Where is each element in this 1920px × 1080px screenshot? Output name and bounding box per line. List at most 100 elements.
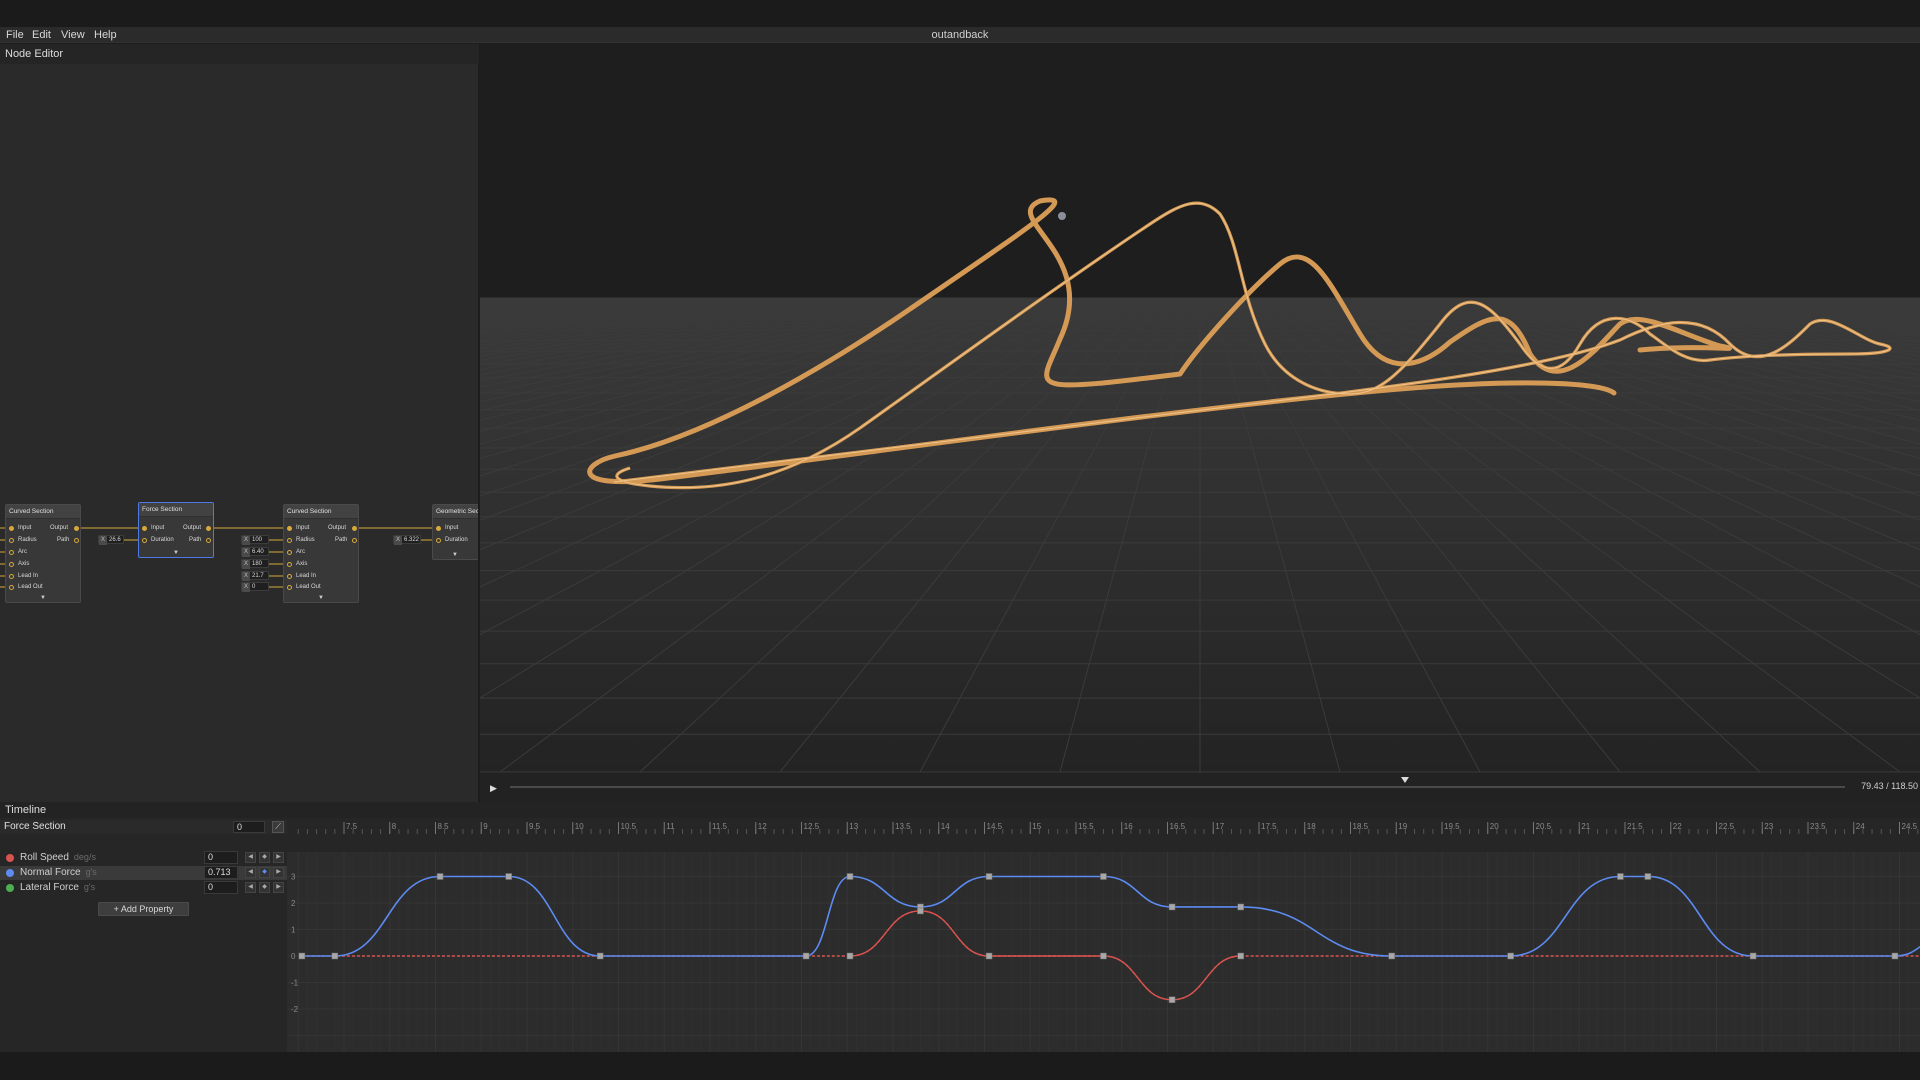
param-radius[interactable]: X 100 bbox=[241, 535, 269, 545]
param-arc[interactable]: X 6.40 bbox=[241, 547, 269, 557]
property-value-field[interactable]: 0 bbox=[204, 851, 238, 864]
node-geometric-section[interactable]: Geometric Section Input Duration ▼ bbox=[432, 504, 478, 560]
play-button[interactable]: ▶ bbox=[490, 781, 502, 795]
curve-editor[interactable]: 3 2 1 0 -1 -2 bbox=[287, 852, 1920, 1052]
property-name: Roll Speed deg/s bbox=[20, 852, 96, 863]
input-port-icon[interactable] bbox=[287, 562, 292, 567]
keyframe-handle[interactable] bbox=[1617, 873, 1624, 880]
input-port-icon[interactable] bbox=[9, 574, 14, 579]
prev-keyframe-icon[interactable]: ◀ bbox=[245, 852, 256, 863]
next-keyframe-icon[interactable]: ▶ bbox=[273, 882, 284, 893]
input-port-icon[interactable] bbox=[142, 538, 147, 543]
keyframe-handle[interactable] bbox=[331, 952, 339, 960]
node-expand-icon[interactable]: ▼ bbox=[139, 550, 213, 556]
param-lead-out[interactable]: X0 bbox=[241, 582, 269, 592]
next-keyframe-icon[interactable]: ▶ bbox=[273, 852, 284, 863]
keyframe-handle[interactable] bbox=[985, 873, 993, 880]
output-port-icon[interactable] bbox=[206, 526, 211, 531]
node-curved-section-2[interactable]: Curved Section Input Radius Arc Axis Lea… bbox=[283, 504, 359, 603]
ruler-label: 10.5 bbox=[621, 822, 637, 831]
keyframe-handle[interactable] bbox=[505, 873, 512, 880]
input-port-icon[interactable] bbox=[142, 526, 147, 531]
menu-file[interactable]: File bbox=[1, 28, 29, 42]
output-port-icon[interactable] bbox=[74, 538, 79, 543]
property-row-roll-speed[interactable]: Roll Speed deg/s 0 ◀ ◆ ▶ bbox=[0, 851, 287, 865]
keyframe-handle[interactable] bbox=[1891, 952, 1899, 960]
roll-speed-curve[interactable] bbox=[301, 910, 1920, 1001]
input-port-icon[interactable] bbox=[9, 550, 14, 555]
section-value-field[interactable]: 0 bbox=[233, 821, 265, 833]
prev-keyframe-icon[interactable]: ◀ bbox=[245, 867, 256, 878]
input-port-icon[interactable] bbox=[287, 574, 292, 579]
keyframe-handle[interactable] bbox=[985, 952, 993, 960]
section-name: Force Section bbox=[4, 821, 66, 832]
ruler-label: 19.5 bbox=[1444, 822, 1460, 831]
scrub-track[interactable] bbox=[510, 786, 1845, 788]
node-expand-icon[interactable]: ▼ bbox=[284, 595, 358, 601]
keyframe-icon[interactable]: ◆ bbox=[259, 852, 270, 863]
keyframe-handle[interactable] bbox=[1100, 873, 1107, 880]
keyframe-icon[interactable]: ◆ bbox=[259, 882, 270, 893]
node-curved-section-1[interactable]: Curved Section Input Radius Arc Axis Lea… bbox=[5, 504, 81, 603]
add-property-button[interactable]: + Add Property bbox=[98, 902, 189, 916]
input-port-icon[interactable] bbox=[436, 526, 441, 531]
param-axis[interactable]: X 180 bbox=[241, 559, 269, 569]
ruler-label: 20.5 bbox=[1536, 822, 1552, 831]
keyframe-handle[interactable] bbox=[1168, 903, 1176, 911]
keyframe-handle[interactable] bbox=[846, 952, 854, 960]
input-port-icon[interactable] bbox=[287, 538, 292, 543]
param-duration[interactable]: X 6.322 bbox=[393, 535, 421, 545]
3d-viewport[interactable] bbox=[480, 44, 1920, 772]
roll-speed-curve-active[interactable] bbox=[849, 910, 1241, 1001]
normal-force-curve[interactable] bbox=[301, 875, 1920, 957]
output-port-icon[interactable] bbox=[206, 538, 211, 543]
keyframe-handle[interactable] bbox=[1749, 952, 1757, 960]
input-port-icon[interactable] bbox=[287, 585, 292, 590]
scrub-handle[interactable] bbox=[1400, 777, 1409, 783]
keyframe-handle[interactable] bbox=[436, 873, 444, 880]
property-row-normal-force[interactable]: Normal Force g's 0.713 ◀ ◆ ▶ bbox=[0, 866, 287, 880]
keyframe-handle[interactable] bbox=[917, 907, 924, 915]
node-force-section[interactable]: Force Section Input Duration Output Path… bbox=[138, 502, 214, 558]
keyframe-handle[interactable] bbox=[1644, 873, 1652, 880]
input-port-icon[interactable] bbox=[9, 562, 14, 567]
param-lead-in[interactable]: X 21.7 bbox=[241, 571, 269, 581]
menu-help[interactable]: Help bbox=[89, 28, 122, 42]
output-port-icon[interactable] bbox=[352, 526, 357, 531]
keyframe-handle[interactable] bbox=[1100, 952, 1107, 960]
input-port-icon[interactable] bbox=[287, 526, 292, 531]
property-name: Normal Force g's bbox=[20, 867, 97, 878]
keyframe-handle[interactable] bbox=[1388, 952, 1395, 960]
keyframe-icon[interactable]: ◆ bbox=[259, 867, 270, 878]
node-expand-icon[interactable]: ▼ bbox=[433, 552, 477, 558]
input-port-icon[interactable] bbox=[9, 538, 14, 543]
property-value-field[interactable]: 0 bbox=[204, 881, 238, 894]
param-duration[interactable]: X 26.6 bbox=[98, 535, 124, 545]
time-ruler[interactable]: 7.5 8 8.5 9 9.5 10 10.5 11 11.5 12 12.5 13 13.5 14 14.… bbox=[287, 820, 1920, 834]
node-editor-canvas[interactable]: Curved Section Input Radius Arc Axis Lea… bbox=[0, 64, 479, 802]
input-port-icon[interactable] bbox=[287, 550, 292, 555]
keyframe-handle[interactable] bbox=[802, 952, 810, 960]
input-port-icon[interactable] bbox=[436, 538, 441, 543]
keyframe-handle[interactable] bbox=[846, 873, 854, 880]
output-port-icon[interactable] bbox=[74, 526, 79, 531]
input-port-icon[interactable] bbox=[9, 526, 14, 531]
keyframe-handle[interactable] bbox=[1237, 903, 1244, 911]
input-port-icon[interactable] bbox=[9, 585, 14, 590]
menu-view[interactable]: View bbox=[56, 28, 90, 42]
menu-edit[interactable]: Edit bbox=[27, 28, 56, 42]
keyframe-handle[interactable] bbox=[1168, 996, 1176, 1003]
keyframe-handle[interactable] bbox=[596, 952, 604, 960]
keyframe-handle[interactable] bbox=[298, 952, 306, 960]
next-keyframe-icon[interactable]: ▶ bbox=[273, 867, 284, 878]
port-label: Output bbox=[183, 525, 202, 531]
property-row-lateral-force[interactable]: Lateral Force g's 0 ◀ ◆ ▶ bbox=[0, 881, 287, 895]
property-value-field[interactable]: 0.713 bbox=[204, 866, 238, 879]
keyframe-handle[interactable] bbox=[1507, 952, 1514, 960]
param-prefix: X bbox=[242, 583, 250, 592]
node-expand-icon[interactable]: ▼ bbox=[6, 595, 80, 601]
prev-keyframe-icon[interactable]: ◀ bbox=[245, 882, 256, 893]
output-port-icon[interactable] bbox=[352, 538, 357, 543]
keyframe-handle[interactable] bbox=[1237, 952, 1244, 960]
curve-editor-icon[interactable]: ⟋ bbox=[272, 821, 284, 833]
